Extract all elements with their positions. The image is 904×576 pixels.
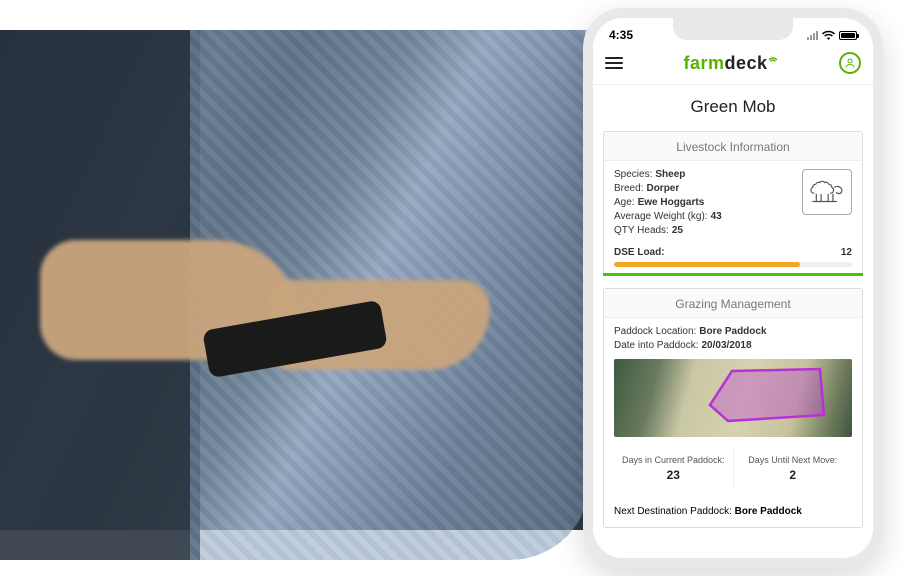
signal-icon [807, 31, 818, 40]
hero-photo [0, 30, 585, 530]
breed-value: Dorper [646, 183, 679, 194]
brand-part2: deck [724, 53, 767, 74]
dse-value: 12 [841, 247, 852, 258]
paddock-shape [702, 365, 832, 425]
phone-notch [673, 18, 793, 40]
avg-weight-value: 43 [711, 211, 722, 222]
avg-weight-label: Average Weight (kg): [614, 211, 708, 222]
app-topbar: farmdeck [593, 46, 873, 85]
qty-value: 25 [672, 225, 683, 236]
age-value: Ewe Hoggarts [638, 197, 705, 208]
grazing-card-title: Grazing Management [604, 289, 862, 318]
livestock-card-title: Livestock Information [604, 132, 862, 161]
days-current-label: Days in Current Paddock: [622, 455, 725, 465]
days-current: Days in Current Paddock: 23 [614, 447, 733, 490]
dse-bar [614, 262, 852, 267]
date-in-value: 20/03/2018 [702, 340, 752, 351]
days-current-value: 23 [618, 468, 729, 482]
brand-logo[interactable]: farmdeck [683, 53, 778, 74]
brand-part1: farm [683, 53, 724, 74]
species-label: Species: [614, 169, 652, 180]
profile-icon[interactable] [839, 52, 861, 74]
brand-signal-icon [767, 52, 779, 64]
page-title: Green Mob [593, 85, 873, 131]
qty-label: QTY Heads: [614, 225, 669, 236]
date-in-label: Date into Paddock: [614, 340, 699, 351]
dse-label: DSE Load: [614, 247, 665, 258]
age-label: Age: [614, 197, 635, 208]
next-dest-value: Bore Paddock [735, 506, 802, 517]
paddock-map[interactable] [614, 359, 852, 437]
sheep-icon [802, 169, 852, 215]
wifi-icon [822, 30, 835, 40]
menu-icon[interactable] [605, 57, 623, 69]
breed-label: Breed: [614, 183, 643, 194]
phone-frame: 4:35 farmdeck Green Mob Livestock Inform [583, 8, 883, 568]
days-until-label: Days Until Next Move: [748, 455, 837, 465]
paddock-location-value: Bore Paddock [699, 326, 766, 337]
paddock-location-label: Paddock Location: [614, 326, 696, 337]
days-until-value: 2 [738, 468, 849, 482]
days-until: Days Until Next Move: 2 [733, 447, 853, 490]
status-time: 4:35 [609, 28, 633, 42]
grazing-card: Grazing Management Paddock Location:Bore… [603, 288, 863, 528]
phone-screen: 4:35 farmdeck Green Mob Livestock Inform [593, 18, 873, 558]
next-dest-label: Next Destination Paddock: [614, 506, 732, 517]
species-value: Sheep [655, 169, 685, 180]
battery-icon [839, 31, 857, 40]
livestock-card: Livestock Information Species:Sheep Bree… [603, 131, 863, 276]
status-indicators [807, 30, 857, 40]
